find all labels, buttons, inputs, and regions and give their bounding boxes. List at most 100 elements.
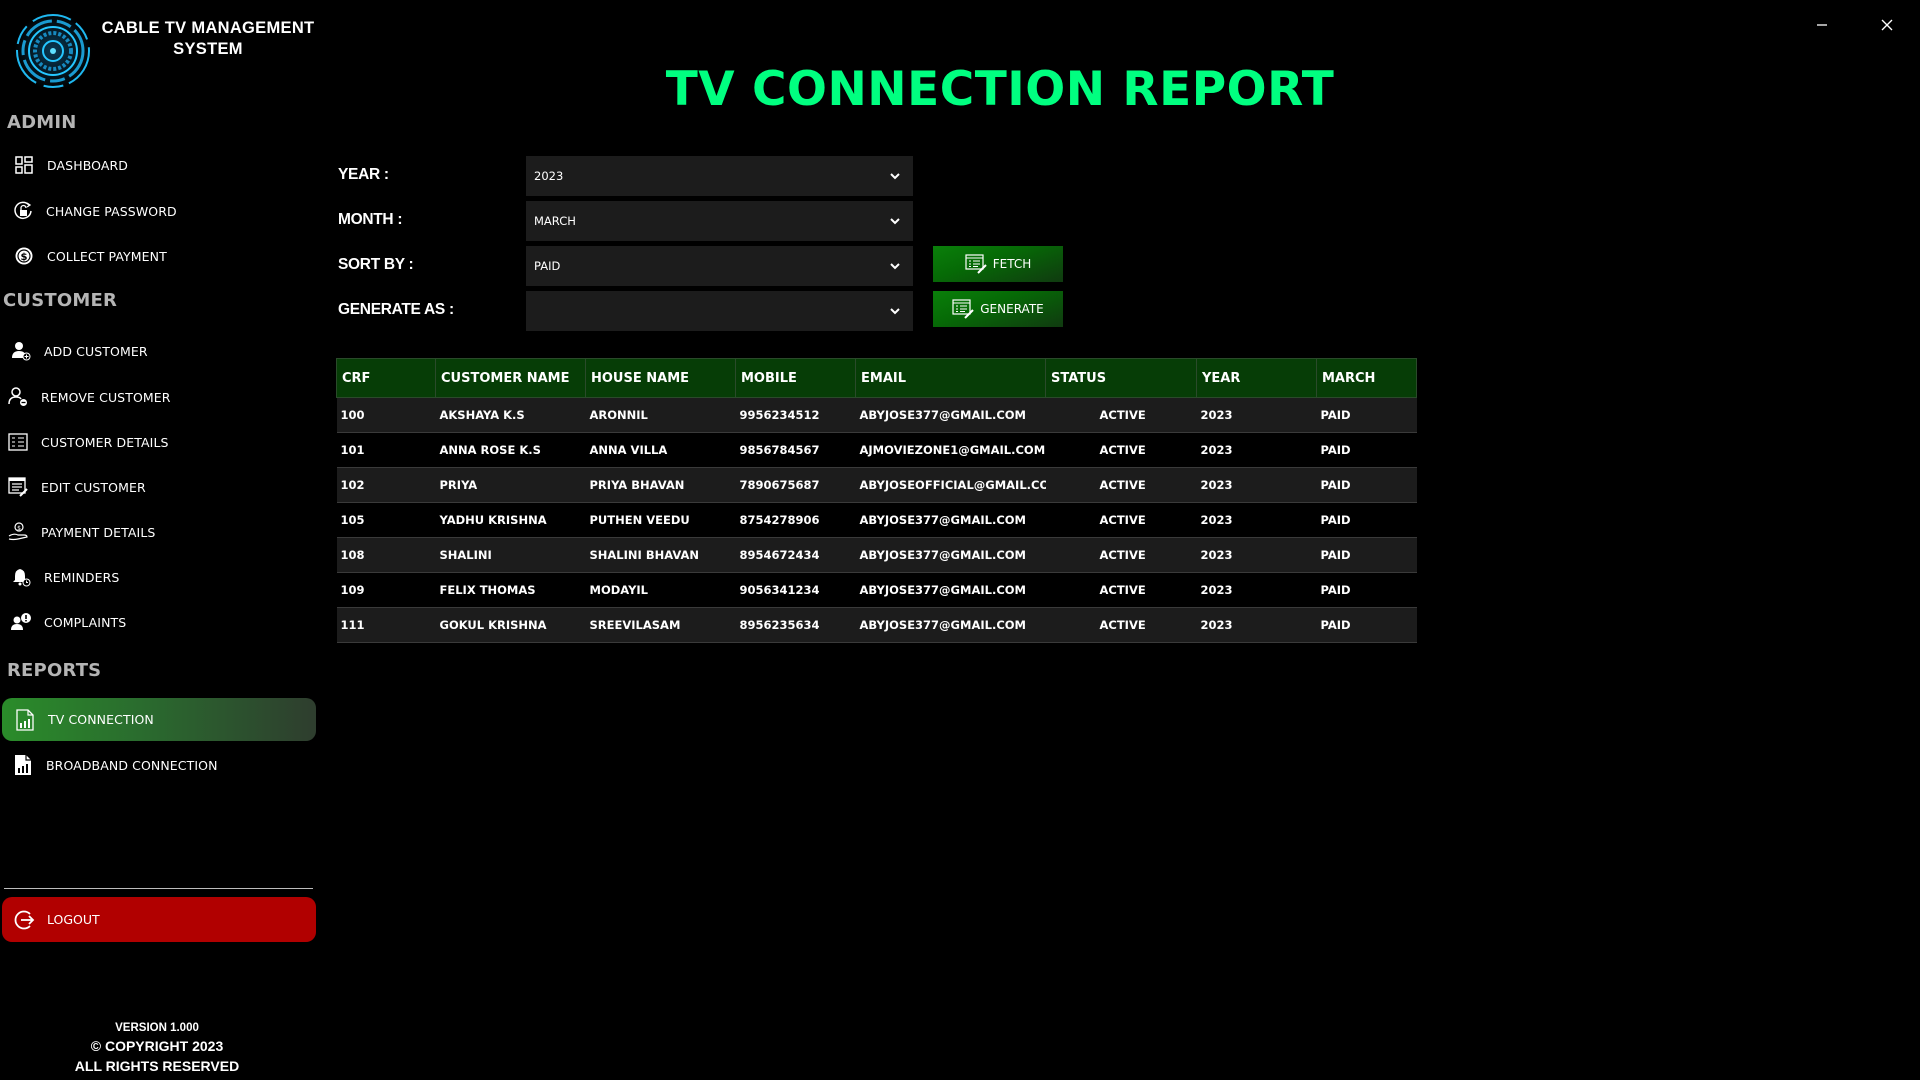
year-dropdown[interactable]: 2023 xyxy=(526,156,913,196)
sidebar-item-payment-details[interactable]: $ PAYMENT DETAILS xyxy=(0,512,318,552)
sidebar-item-label: EDIT CUSTOMER xyxy=(41,479,146,495)
cell-house-name: PUTHEN VEEDU xyxy=(585,502,736,538)
svg-text:$: $ xyxy=(17,525,21,532)
cell-crf: 108 xyxy=(336,537,436,573)
version-text: VERSION 1.000 xyxy=(115,1022,199,1034)
edit-list-icon xyxy=(7,476,29,498)
app-logo xyxy=(13,11,93,91)
year-dropdown-value: 2023 xyxy=(534,169,564,183)
cell-mobile: 9956234512 xyxy=(735,397,856,433)
sidebar-item-complaints[interactable]: COMPLAINTS xyxy=(0,602,318,642)
table-row[interactable]: 101 ANNA ROSE K.S ANNA VILLA 9856784567 AJMO… xyxy=(336,432,1417,468)
column-header-status[interactable]: STATUS xyxy=(1045,358,1197,398)
edit-document-icon xyxy=(952,299,974,319)
cell-email: ABYJOSE377@GMAIL.COM xyxy=(855,607,1046,643)
close-button[interactable] xyxy=(1872,10,1902,40)
sidebar-item-tv-connection[interactable]: TV CONNECTION xyxy=(2,698,316,741)
generate-as-label: GENERATE AS : xyxy=(338,301,454,318)
column-header-year[interactable]: YEAR xyxy=(1196,358,1317,398)
cell-year: 2023 xyxy=(1196,397,1317,433)
cell-year: 2023 xyxy=(1196,572,1317,608)
cell-mobile: 8954672434 xyxy=(735,537,856,573)
cell-house-name: SHALINI BHAVAN xyxy=(585,537,736,573)
month-dropdown[interactable]: MARCH xyxy=(526,201,913,241)
sidebar-item-dashboard[interactable]: DASHBOARD xyxy=(0,145,318,185)
sidebar-item-label: CUSTOMER DETAILS xyxy=(41,434,169,450)
column-header-month[interactable]: MARCH xyxy=(1316,358,1417,398)
page-title: TV CONNECTION REPORT xyxy=(665,62,1335,117)
column-header-house-name[interactable]: HOUSE NAME xyxy=(585,358,736,398)
cell-status: ACTIVE xyxy=(1045,467,1197,503)
report-chart-icon xyxy=(14,708,36,731)
lock-refresh-icon xyxy=(12,200,34,222)
cell-year: 2023 xyxy=(1196,467,1317,503)
section-heading-customer: CUSTOMER xyxy=(3,290,118,311)
cell-status: ACTIVE xyxy=(1045,537,1197,573)
cell-customer-name: FELIX THOMAS xyxy=(435,572,586,608)
cell-customer-name: SHALINI xyxy=(435,537,586,573)
sort-by-dropdown[interactable]: PAID xyxy=(526,246,913,286)
sidebar-item-reminders[interactable]: REMINDERS xyxy=(0,557,318,597)
sidebar-divider xyxy=(4,888,313,889)
sidebar-item-customer-details[interactable]: CUSTOMER DETAILS xyxy=(0,422,318,462)
sidebar-item-label: TV CONNECTION xyxy=(48,712,154,727)
minimize-icon xyxy=(1817,24,1827,26)
app-title: CABLE TV MANAGEMENT SYSTEM xyxy=(101,19,315,58)
sidebar-item-change-password[interactable]: CHANGE PASSWORD xyxy=(0,191,318,231)
sidebar-item-broadband-connection[interactable]: BROADBAND CONNECTION xyxy=(0,745,318,785)
section-heading-admin: ADMIN xyxy=(7,112,77,133)
cell-crf: 100 xyxy=(336,397,436,433)
section-heading-reports: REPORTS xyxy=(7,660,102,681)
table-row[interactable]: 109 FELIX THOMAS MODAYIL 9056341234 ABYJOSE3… xyxy=(336,572,1417,608)
column-header-crf[interactable]: CRF xyxy=(336,358,436,398)
sidebar-item-label: PAYMENT DETAILS xyxy=(41,524,156,540)
cell-house-name: SREEVILASAM xyxy=(585,607,736,643)
column-header-mobile[interactable]: MOBILE xyxy=(735,358,856,398)
cell-year: 2023 xyxy=(1196,537,1317,573)
edit-document-icon xyxy=(965,254,987,274)
cell-crf: 111 xyxy=(336,607,436,643)
rights-text: ALL RIGHTS RESERVED xyxy=(74,1058,240,1074)
cell-mobile: 9056341234 xyxy=(735,572,856,608)
cell-month: PAID xyxy=(1316,572,1417,608)
fetch-button[interactable]: FETCH xyxy=(933,246,1063,282)
chevron-down-icon xyxy=(890,218,900,225)
cell-crf: 102 xyxy=(336,467,436,503)
table-row[interactable]: 108 SHALINI SHALINI BHAVAN 8954672434 ABYJOS… xyxy=(336,537,1417,573)
sidebar-item-add-customer[interactable]: ADD CUSTOMER xyxy=(0,331,318,371)
table-row[interactable]: 100 AKSHAYA K.S ARONNIL 9956234512 ABYJOSE37… xyxy=(336,397,1417,433)
cell-year: 2023 xyxy=(1196,502,1317,538)
bell-clock-icon xyxy=(10,566,32,588)
minimize-button[interactable] xyxy=(1807,10,1837,40)
cell-mobile: 8956235634 xyxy=(735,607,856,643)
sidebar-item-collect-payment[interactable]: $ COLLECT PAYMENT xyxy=(0,236,318,276)
cell-status: ACTIVE xyxy=(1045,502,1197,538)
cell-year: 2023 xyxy=(1196,607,1317,643)
close-icon xyxy=(1881,19,1893,31)
circular-tech-emblem-icon xyxy=(14,12,92,90)
sidebar-item-remove-customer[interactable]: REMOVE CUSTOMER xyxy=(0,377,318,417)
cell-mobile: 7890675687 xyxy=(735,467,856,503)
generate-button[interactable]: GENERATE xyxy=(933,291,1063,327)
copyright-text: © COPYRIGHT 2023 xyxy=(90,1038,224,1054)
column-header-customer-name[interactable]: CUSTOMER NAME xyxy=(435,358,586,398)
logout-icon xyxy=(13,909,35,931)
column-header-email[interactable]: EMAIL xyxy=(855,358,1046,398)
table-row[interactable]: 105 YADHU KRISHNA PUTHEN VEEDU 8754278906 AB… xyxy=(336,502,1417,538)
cell-email: AJMOVIEZONE1@GMAIL.COM xyxy=(855,432,1046,468)
hand-money-icon: $ xyxy=(7,521,29,543)
cell-house-name: PRIYA BHAVAN xyxy=(585,467,736,503)
cell-customer-name: YADHU KRISHNA xyxy=(435,502,586,538)
table-row[interactable]: 111 GOKUL KRISHNA SREEVILASAM 8956235634 ABY… xyxy=(336,607,1417,643)
cell-house-name: ANNA VILLA xyxy=(585,432,736,468)
cell-customer-name: GOKUL KRISHNA xyxy=(435,607,586,643)
sidebar-item-edit-customer[interactable]: EDIT CUSTOMER xyxy=(0,467,318,507)
dollar-coin-icon: $ xyxy=(13,245,35,267)
table-row[interactable]: 102 PRIYA PRIYA BHAVAN 7890675687 ABYJOSEOFF… xyxy=(336,467,1417,503)
chevron-down-icon xyxy=(890,308,900,315)
logout-button[interactable]: LOGOUT xyxy=(2,897,316,942)
cell-year: 2023 xyxy=(1196,432,1317,468)
cell-month: PAID xyxy=(1316,397,1417,433)
generate-as-dropdown[interactable] xyxy=(526,291,913,331)
cell-crf: 109 xyxy=(336,572,436,608)
